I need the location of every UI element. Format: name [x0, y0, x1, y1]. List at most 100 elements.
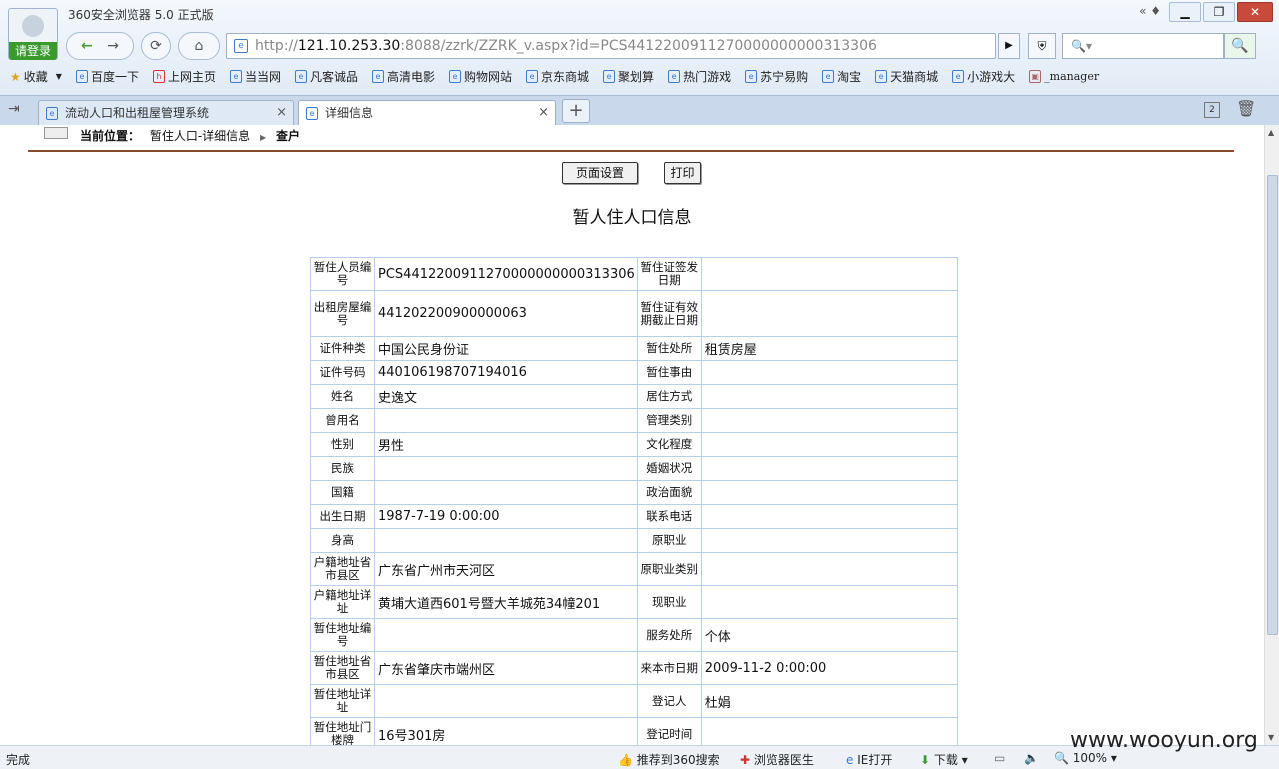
close-tab-icon[interactable]: × [276, 101, 287, 125]
field-label: 暂住事由 [636, 360, 702, 385]
scroll-down-icon[interactable]: ▼ [1268, 733, 1274, 742]
doctor-button[interactable]: ✚ 浏览器医生 [740, 751, 814, 768]
field-value: 1987-7-19 0:00:00 [374, 504, 638, 529]
field-value [374, 528, 638, 553]
tab-details[interactable]: e 详细信息 × [298, 100, 556, 126]
bookmark-item[interactable]: e 淘宝 [822, 68, 861, 85]
scrollbar[interactable]: ▲ ▼ [1264, 125, 1279, 745]
back-icon[interactable]: ← [81, 38, 93, 54]
bookmark-item[interactable]: e 热门游戏 [668, 68, 731, 85]
trash-icon[interactable]: 🗑 [1236, 99, 1256, 118]
bookmark-item[interactable]: e 苏宁易购 [745, 68, 808, 85]
bookmark-item[interactable]: e 购物网站 [449, 68, 512, 85]
bookmark-item[interactable]: e 天猫商城 [875, 68, 938, 85]
monitor-icon[interactable]: ▭ [994, 751, 1005, 765]
forward-icon[interactable]: → [107, 38, 119, 54]
bookmark-item[interactable]: e 百度一下 [75, 68, 139, 85]
go-button[interactable]: ▶ [998, 33, 1020, 59]
skin-icon[interactable]: « ♦ [1139, 4, 1161, 18]
back-forward-button[interactable]: ← → [66, 32, 134, 60]
field-label: 登记时间 [636, 717, 702, 745]
close-tab-icon[interactable]: × [538, 101, 549, 125]
field-value: 黄埔大道西601号暨大羊城苑34幢201 [374, 585, 638, 619]
field-value: 441202200900000063 [374, 290, 638, 337]
hao-icon: h [152, 70, 165, 83]
address-url[interactable]: http://121.10.253.30:8088/zzrk/ZZRK_v.as… [255, 38, 877, 54]
table-row: 出生日期 1987-7-19 0:00:00 联系电话 [310, 504, 958, 529]
field-label: 暂住证有效期截止日期 [636, 290, 702, 337]
field-label: 暂住地址省市县区 [310, 651, 375, 685]
home-button[interactable]: ⌂ [178, 32, 220, 60]
field-label: 原职业类别 [636, 552, 702, 586]
field-label: 婚姻状况 [636, 456, 702, 481]
field-value: 440106198707194016 [374, 360, 638, 385]
field-label: 服务处所 [636, 618, 702, 652]
field-value [374, 480, 638, 505]
bookmark-item[interactable]: e 高清电影 [372, 68, 435, 85]
bookmark-item[interactable]: h 上网主页 [152, 68, 216, 85]
search-button[interactable]: 🔍 [1224, 33, 1256, 59]
search-input[interactable]: 🔍▾ [1062, 33, 1224, 59]
ie-icon: e [372, 70, 384, 83]
page-icon: e [234, 39, 248, 53]
table-row: 性别 男性 文化程度 [310, 432, 958, 457]
close-button[interactable]: ✕ [1237, 2, 1273, 22]
print-button[interactable]: 打印 [664, 162, 701, 184]
field-value [700, 480, 958, 505]
scroll-up-icon[interactable]: ▲ [1268, 128, 1274, 137]
field-label: 证件号码 [310, 360, 375, 385]
table-row: 身高 原职业 [310, 528, 958, 553]
recommend-button[interactable]: 👍 推荐到360搜索 [618, 751, 720, 768]
restore-button[interactable]: ❐ [1203, 2, 1235, 22]
download-button[interactable]: ⬇ 下载 ▾ [920, 751, 968, 768]
watermark: www.wooyun.org [1070, 728, 1258, 753]
avatar-head-icon [22, 15, 44, 37]
scroll-thumb[interactable] [1267, 175, 1278, 635]
field-label: 来本市日期 [636, 651, 702, 685]
field-value [374, 456, 638, 481]
minimize-button[interactable]: ▁ [1169, 2, 1201, 22]
sidebar-toggle-icon[interactable]: ⇥ [8, 101, 20, 117]
ie-icon: e [306, 107, 318, 120]
page-title: 暂人住人口信息 [572, 208, 692, 228]
field-label: 出生日期 [310, 504, 375, 529]
table-row: 证件种类 中国公民身份证 暂住处所 租赁房屋 [310, 336, 958, 361]
bookmark-item[interactable]: e 凡客诚品 [294, 68, 358, 85]
field-value [700, 432, 958, 457]
bookmark-item[interactable]: e 小游戏大 [952, 68, 1015, 85]
zoom-icon: 🔍 [1054, 751, 1069, 765]
speaker-icon[interactable]: 🔈 [1024, 751, 1039, 765]
tab-bar: ⇥ e 流动人口和出租屋管理系统 × e 详细信息 × 2 🗑 [0, 95, 1279, 126]
ie-icon: e [875, 70, 888, 83]
ie-icon: e [449, 70, 462, 83]
page-setup-button[interactable]: 页面设置 [562, 162, 638, 184]
bookmark-item[interactable]: e 京东商城 [526, 68, 589, 85]
field-label: 姓名 [310, 384, 375, 409]
zoom-control[interactable]: 🔍 100% ▾ [1054, 751, 1117, 765]
ie-open-button[interactable]: e IE打开 [846, 751, 892, 768]
field-value: 广东省广州市天河区 [374, 552, 638, 586]
field-label: 暂住地址编号 [310, 618, 375, 652]
bookmark-item[interactable]: e 当当网 [229, 68, 281, 85]
new-tab-button[interactable]: + [562, 99, 590, 123]
refresh-button[interactable]: ⟳ [141, 32, 171, 60]
field-value: PCS4412200911270000000000313306 [374, 257, 638, 291]
bookmark-item[interactable]: ▣ _manager [1029, 68, 1099, 85]
address-bar[interactable]: e http://121.10.253.30:8088/zzrk/ZZRK_v.… [226, 33, 996, 59]
field-label: 原职业 [636, 528, 702, 553]
download-icon: ⬇ [920, 753, 931, 767]
field-value [700, 528, 958, 553]
shield-icon[interactable]: ⛨ [1028, 33, 1056, 59]
field-label: 现职业 [636, 585, 702, 619]
table-row: 暂住人员编号 PCS4412200911270000000000313306 暂住证… [310, 257, 958, 291]
ie-icon: e [526, 70, 539, 83]
tab-count-icon[interactable]: 2 [1204, 102, 1220, 118]
field-value: 史逸文 [374, 384, 638, 409]
bookmark-item[interactable]: e 聚划算 [603, 68, 654, 85]
bookmarks-bar: ★ 收藏 ▼ e 百度一下 h 上网主页 e 当当网 e 凡客诚品 e 高清电影 e 购物网站 … [10, 68, 1113, 85]
field-label: 暂住证签发日期 [636, 257, 702, 291]
login-button[interactable]: 请登录 [9, 42, 57, 60]
tab-management-system[interactable]: e 流动人口和出租屋管理系统 × [38, 100, 294, 126]
app-title: 360安全浏览器 5.0 正式版 [68, 8, 214, 22]
favorites-menu[interactable]: ★ 收藏 ▼ [10, 68, 62, 85]
